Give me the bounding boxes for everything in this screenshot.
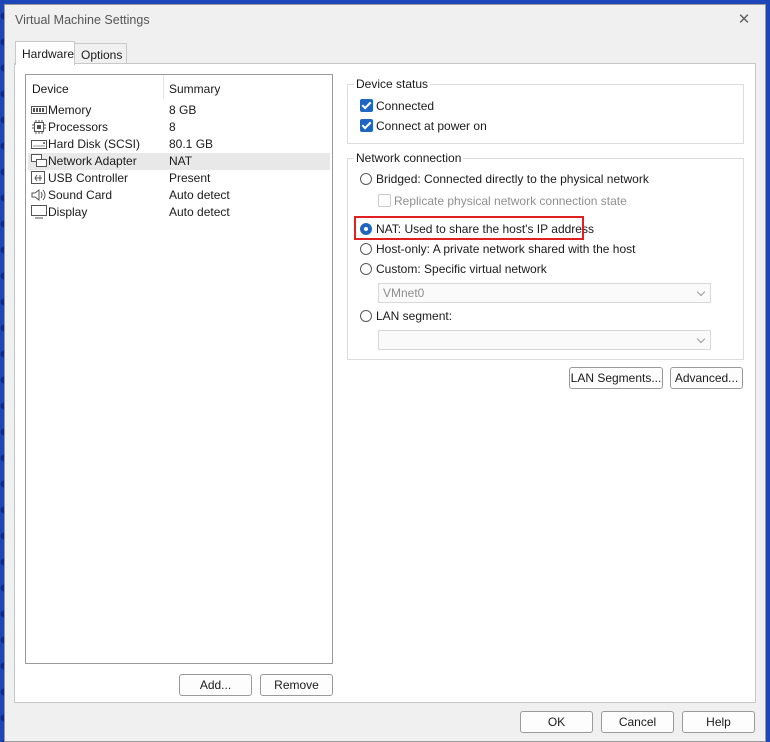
usb-icon: [31, 171, 45, 184]
replicate-state-label[interactable]: Replicate physical network connection st…: [394, 194, 627, 208]
highlight-box: [354, 216, 584, 240]
lan-segment-select[interactable]: [378, 330, 711, 350]
hard-disk-icon: [31, 140, 47, 149]
memory-icon: [31, 106, 47, 114]
tab-hardware[interactable]: Hardware: [15, 41, 75, 65]
add-button[interactable]: Add...: [179, 674, 252, 696]
device-row-sound-card[interactable]: Sound Card Auto detect: [28, 187, 330, 204]
display-icon: [31, 205, 47, 219]
title-bar: Virtual Machine Settings ✕: [5, 5, 765, 35]
device-summary: Auto detect: [169, 188, 230, 202]
processor-icon: [32, 120, 46, 134]
device-name: Memory: [48, 103, 92, 117]
device-list[interactable]: Device Summary Memory 8 GB Processors 8 …: [25, 74, 333, 664]
custom-network-select[interactable]: VMnet0: [378, 283, 711, 303]
device-row-usb-controller[interactable]: USB Controller Present: [28, 170, 330, 187]
device-name: Display: [48, 205, 88, 219]
host-only-label[interactable]: Host-only: A private network shared with…: [376, 242, 635, 256]
column-divider[interactable]: [163, 75, 164, 99]
connected-label[interactable]: Connected: [376, 99, 434, 113]
device-status-group: Device status Connected Connect at power…: [347, 77, 744, 144]
vm-settings-window: Virtual Machine Settings ✕ Hardware Opti…: [4, 4, 766, 742]
device-summary: Present: [169, 171, 211, 185]
bridged-label[interactable]: Bridged: Connected directly to the physi…: [376, 172, 649, 186]
chevron-down-icon: [696, 334, 706, 344]
device-name: Hard Disk (SCSI): [48, 137, 141, 151]
connect-at-power-on-checkbox[interactable]: [360, 119, 373, 132]
device-name: USB Controller: [48, 171, 129, 185]
column-header-summary[interactable]: Summary: [169, 82, 220, 96]
device-name: Processors: [48, 120, 109, 134]
column-header-device[interactable]: Device: [32, 82, 69, 96]
custom-radio[interactable]: [360, 263, 372, 275]
device-list-header: Device Summary: [26, 75, 332, 101]
remove-button[interactable]: Remove: [260, 674, 333, 696]
custom-network-value: VMnet0: [383, 286, 425, 300]
connected-checkbox[interactable]: [360, 99, 373, 112]
device-row-processors[interactable]: Processors 8: [28, 119, 330, 136]
device-status-title: Device status: [354, 77, 431, 91]
hardware-panel: Device Summary Memory 8 GB Processors 8 …: [14, 63, 756, 703]
speaker-icon: [31, 189, 46, 201]
device-summary: Auto detect: [169, 205, 230, 219]
device-summary: NAT: [169, 154, 193, 168]
chevron-down-icon: [696, 287, 706, 297]
cancel-button[interactable]: Cancel: [601, 711, 674, 733]
device-row-hard-disk[interactable]: Hard Disk (SCSI) 80.1 GB: [28, 136, 330, 153]
connect-at-power-on-label[interactable]: Connect at power on: [376, 119, 487, 133]
device-name: Network Adapter: [48, 154, 137, 168]
device-summary: 8 GB: [169, 103, 197, 117]
lan-segment-label[interactable]: LAN segment:: [376, 309, 452, 323]
tab-options[interactable]: Options: [75, 43, 127, 65]
device-row-memory[interactable]: Memory 8 GB: [28, 102, 330, 119]
help-button[interactable]: Help: [682, 711, 755, 733]
device-row-display[interactable]: Display Auto detect: [28, 204, 330, 221]
lan-segments-button[interactable]: LAN Segments...: [569, 367, 663, 389]
network-connection-title: Network connection: [354, 151, 464, 165]
device-row-network-adapter[interactable]: Network Adapter NAT: [28, 153, 330, 170]
host-only-radio[interactable]: [360, 243, 372, 255]
advanced-button[interactable]: Advanced...: [670, 367, 743, 389]
custom-label[interactable]: Custom: Specific virtual network: [376, 262, 547, 276]
window-title: Virtual Machine Settings: [15, 13, 150, 27]
device-name: Sound Card: [48, 188, 113, 202]
ok-button[interactable]: OK: [520, 711, 593, 733]
close-icon[interactable]: ✕: [735, 11, 753, 29]
network-connection-group: Network connection Bridged: Connected di…: [347, 151, 744, 360]
device-summary: 80.1 GB: [169, 137, 214, 151]
replicate-state-checkbox[interactable]: [378, 194, 391, 207]
lan-segment-radio[interactable]: [360, 310, 372, 322]
bridged-radio[interactable]: [360, 173, 372, 185]
device-summary: 8: [169, 120, 176, 134]
network-adapter-icon: [31, 154, 47, 167]
